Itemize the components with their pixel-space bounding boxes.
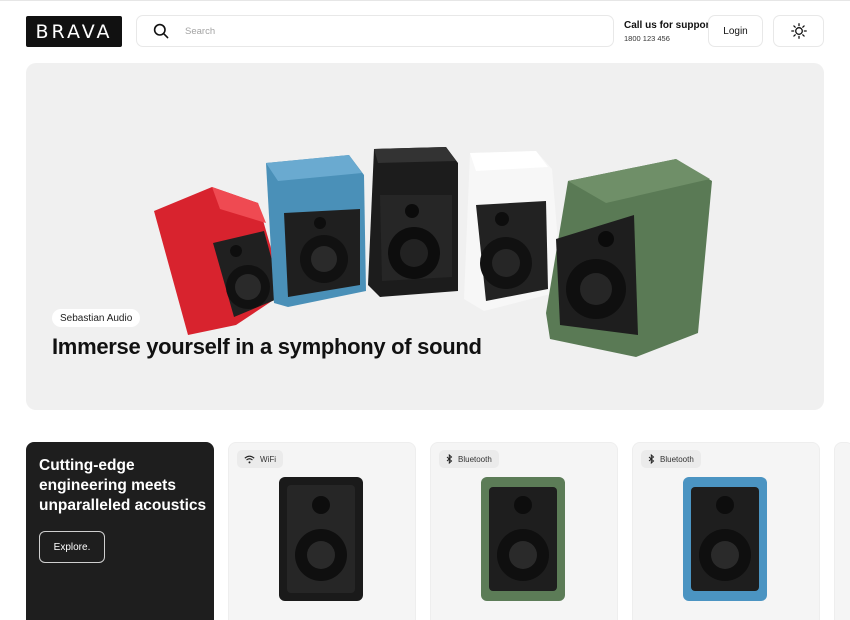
product-card[interactable]: Bluetooth (430, 442, 618, 620)
divider (0, 0, 850, 1)
theme-toggle-button[interactable] (773, 15, 824, 47)
hero-banner[interactable]: Sebastian Audio Immerse yourself in a sy… (26, 63, 824, 410)
product-image (481, 477, 565, 601)
sun-icon (790, 23, 807, 39)
login-button[interactable]: Login (708, 15, 763, 47)
product-card[interactable]: WiFi (228, 442, 416, 620)
product-card[interactable]: Bluetooth (632, 442, 820, 620)
product-image (279, 477, 363, 601)
speaker-green (546, 159, 712, 357)
product-image (683, 477, 767, 601)
support-contact: Call us for support 1800 123 456 (624, 20, 713, 43)
promo-card: Cutting-edge engineering meets unparalle… (26, 442, 214, 620)
search-bar[interactable] (136, 15, 614, 47)
speaker-red (154, 187, 284, 335)
brand-logo[interactable]: BRAVA (26, 16, 122, 47)
speaker-blue (266, 155, 366, 307)
explore-button[interactable]: Explore. (39, 531, 105, 563)
product-card-partial[interactable] (834, 442, 850, 620)
search-input[interactable] (185, 25, 585, 37)
speaker-white (464, 151, 562, 311)
search-icon (153, 23, 169, 39)
site-header: BRAVA Call us for support 1800 123 456 L… (0, 0, 850, 62)
hero-headline: Immerse yourself in a symphony of sound (52, 334, 482, 359)
speaker-black (368, 147, 458, 297)
support-phone[interactable]: 1800 123 456 (624, 34, 713, 43)
support-title: Call us for support (624, 20, 713, 31)
brand-badge[interactable]: Sebastian Audio (52, 309, 141, 327)
promo-headline: Cutting-edge engineering meets unparalle… (39, 457, 207, 514)
